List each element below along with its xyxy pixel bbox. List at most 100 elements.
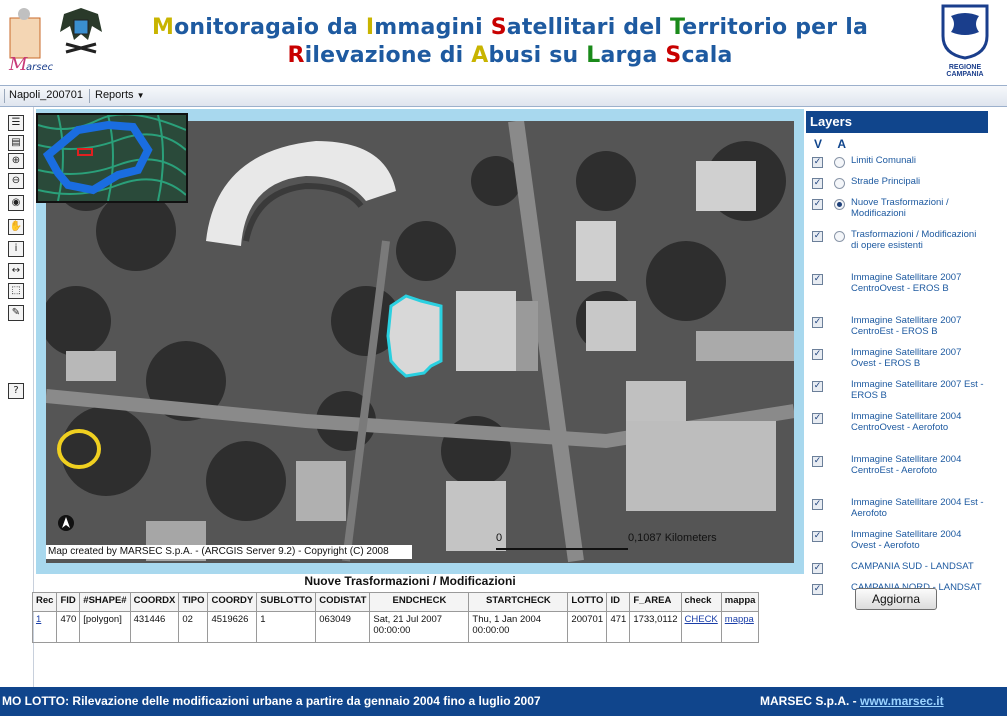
results-title: Nuove Trasformazioni / Modificazioni — [304, 574, 516, 588]
layer-label: Trasformazioni / Modificazioni di opere … — [851, 229, 977, 251]
record-link[interactable]: 1 — [36, 614, 41, 625]
column-header: TIPO — [178, 592, 209, 612]
toolbar: Napoli_200701 Reports ▼ — [0, 85, 1007, 107]
layer-label: Strade Principali — [851, 176, 921, 187]
active-column: A — [837, 137, 847, 151]
tool-palette: ☰ ▤ ⊕ ⊖ ◉ ✋ i ↔ ⬚ ✎? — [0, 107, 34, 687]
status-text: MO LOTTO: Rilevazione delle modificazion… — [2, 694, 541, 708]
project-label: Napoli_200701 — [9, 89, 84, 101]
reports-menu[interactable]: Reports ▼ — [95, 89, 145, 101]
layers-column-headers: V A — [814, 137, 846, 151]
title-word: onitoragaio da — [174, 15, 366, 40]
layer-visible-checkbox[interactable]: ✓ — [812, 349, 823, 360]
layer-visible-checkbox[interactable]: ✓ — [812, 157, 823, 168]
layer-visible-checkbox[interactable]: ✓ — [812, 178, 823, 189]
layer-visible-checkbox[interactable]: ✓ — [812, 199, 823, 210]
column-header: Rec — [31, 592, 58, 612]
marsec-logo: M arsec — [8, 6, 54, 76]
identify-icon[interactable]: i — [8, 241, 24, 257]
select-icon[interactable]: ⬚ — [8, 283, 24, 299]
update-button[interactable]: Aggiorna — [855, 588, 937, 610]
layer-visible-checkbox[interactable]: ✓ — [812, 456, 823, 467]
layer-active-radio[interactable] — [834, 178, 845, 189]
layer-visible-checkbox[interactable]: ✓ — [812, 413, 823, 424]
region-crest-icon — [941, 4, 989, 60]
layer-row[interactable]: ✓ Strade Principali — [806, 176, 988, 195]
layer-visible-checkbox[interactable]: ✓ — [812, 274, 823, 285]
layer-row[interactable]: ✓ Trasformazioni / Modificazioni di opere… — [806, 229, 988, 270]
title-initial: T — [669, 15, 683, 40]
layer-row[interactable]: ✓ Immagine Satellitare 2007 CentroEst - E… — [806, 315, 988, 345]
layer-active-radio[interactable] — [834, 231, 845, 242]
layer-visible-checkbox[interactable]: ✓ — [812, 531, 823, 542]
zoom-in-icon[interactable]: ⊕ — [8, 153, 24, 169]
table-cell: 1733,0112 — [629, 611, 682, 643]
table-cell: 02 — [178, 611, 209, 643]
overview-map[interactable] — [36, 113, 188, 203]
column-header: ENDCHECK — [369, 592, 470, 612]
layer-label: Immagine Satellitare 2004 Est - Aerofoto — [851, 497, 984, 519]
check-link[interactable]: CHECK — [685, 614, 718, 625]
title-word: ilevazione di — [304, 43, 472, 68]
layer-label: Immagine Satellitare 2004 CentroEst - Ae… — [851, 454, 962, 476]
map-link[interactable]: mappa — [725, 614, 754, 625]
title-line-1: Monitoragaio da Immagini Satellitari del… — [150, 14, 870, 42]
scale-line — [496, 548, 628, 550]
clear-selection-icon[interactable]: ✎ — [8, 305, 24, 321]
column-header: FID — [56, 592, 81, 612]
title-line-2: Rilevazione di Abusi su Larga Scala — [150, 42, 870, 70]
layer-label: Immagine Satellitare 2004 Ovest - Aerofo… — [851, 529, 962, 551]
layer-row[interactable]: ✓ CAMPANIA SUD - LANDSAT — [806, 561, 988, 580]
layer-row[interactable]: ✓ Immagine Satellitare 2004 Ovest - Aerof… — [806, 529, 988, 559]
layer-label: Immagine Satellitare 2007 CentroOvest - … — [851, 272, 962, 294]
zoom-out-icon[interactable]: ⊖ — [8, 173, 24, 189]
layers-title: Layers — [806, 111, 988, 133]
table-cell: Thu, 1 Jan 2004 00:00:00 — [468, 611, 569, 643]
legend-icon[interactable]: ▤ — [8, 135, 24, 151]
help-icon[interactable]: ? — [8, 383, 24, 399]
svg-text:arsec: arsec — [26, 62, 54, 73]
layer-row[interactable]: ✓ Immagine Satellitare 2007 Ovest - EROS … — [806, 347, 988, 377]
website-link[interactable]: www.marsec.it — [860, 694, 944, 708]
status-bar: MO LOTTO: Rilevazione delle modificazion… — [0, 687, 1007, 716]
column-header: check — [680, 592, 722, 612]
layer-label: Limiti Comunali — [851, 155, 916, 166]
layer-label: Immagine Satellitare 2007 Est - EROS B — [851, 379, 984, 401]
toc-icon[interactable]: ☰ — [8, 115, 24, 131]
layer-label: Nuove Trasformazioni / Modificazioni — [851, 197, 949, 219]
table-cell: 200701 — [567, 611, 608, 643]
layer-visible-checkbox[interactable]: ✓ — [812, 317, 823, 328]
layer-visible-checkbox[interactable]: ✓ — [812, 499, 823, 510]
map-credit: Map created by MARSEC S.p.A. - (ARCGIS S… — [46, 545, 412, 559]
layer-visible-checkbox[interactable]: ✓ — [812, 381, 823, 392]
layer-row[interactable]: ✓ Immagine Satellitare 2004 Est - Aerofot… — [806, 497, 988, 527]
layer-row[interactable]: ✓ Immagine Satellitare 2007 CentroOvest -… — [806, 272, 988, 313]
pan-hand-icon[interactable]: ✋ — [8, 219, 24, 235]
full-extent-icon[interactable]: ◉ — [8, 195, 24, 211]
column-header: STARTCHECK — [468, 592, 569, 612]
column-header: SUBLOTTO — [256, 592, 317, 612]
layer-visible-checkbox[interactable]: ✓ — [812, 563, 823, 574]
layer-row[interactable]: ✓ Limiti Comunali — [806, 155, 988, 174]
column-header: mappa — [720, 592, 760, 612]
layer-active-radio[interactable] — [834, 157, 845, 168]
table-cell: [polygon] — [79, 611, 131, 643]
company-name: MARSEC S.p.A. - — [760, 694, 861, 708]
layer-visible-checkbox[interactable]: ✓ — [812, 231, 823, 242]
table-cell: 431446 — [129, 611, 180, 643]
layer-label: Immagine Satellitare 2004 CentroOvest - … — [851, 411, 962, 433]
layer-row[interactable]: ✓ Nuove Trasformazioni / Modificazioni — [806, 197, 988, 227]
measure-icon[interactable]: ↔ — [8, 263, 24, 279]
table-cell: mappa — [720, 611, 760, 643]
table-row: 1 470 [polygon] 431446 02 4519626 1 063049 Sat, … — [31, 611, 760, 643]
change-polygon[interactable] — [386, 294, 443, 378]
table-body: 1 470 [polygon] 431446 02 4519626 1 063049 Sat, … — [31, 611, 760, 643]
layer-row[interactable]: ✓ Immagine Satellitare 2004 CentroOvest -… — [806, 411, 988, 452]
title-initial: M — [151, 15, 175, 40]
layer-visible-checkbox[interactable]: ✓ — [812, 584, 823, 595]
layer-active-radio[interactable] — [834, 199, 845, 210]
reports-label: Reports — [95, 89, 134, 101]
column-header: LOTTO — [567, 592, 608, 612]
layer-row[interactable]: ✓ Immagine Satellitare 2004 CentroEst - A… — [806, 454, 988, 495]
layer-row[interactable]: ✓ Immagine Satellitare 2007 Est - EROS B — [806, 379, 988, 409]
